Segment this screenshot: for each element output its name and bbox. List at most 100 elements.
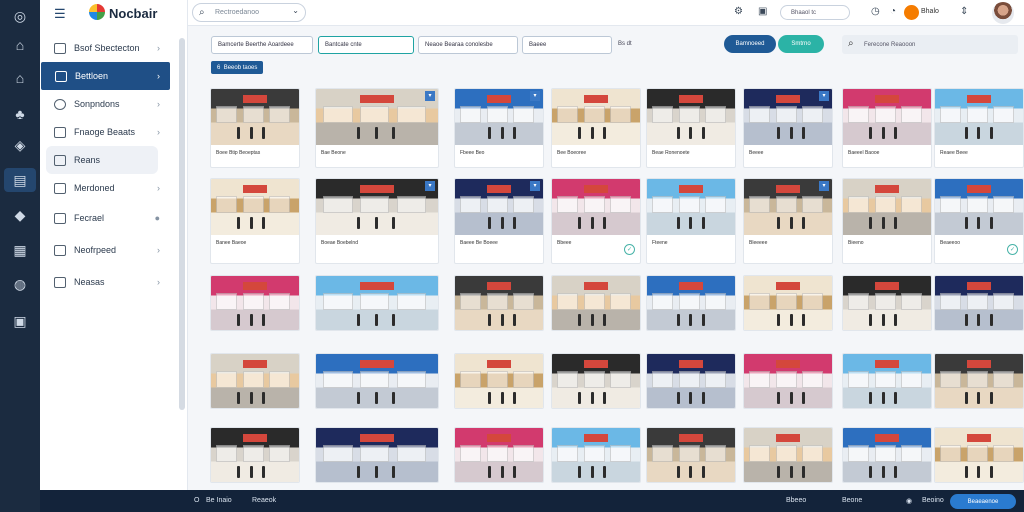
bottom-action-button[interactable]: Beaeaenoe [950, 494, 1016, 509]
storefront [848, 105, 870, 123]
bell-icon[interactable]: ◔ [890, 6, 896, 17]
image-card[interactable] [743, 353, 833, 409]
image-card[interactable] [743, 275, 833, 331]
image-card[interactable]: Bbeee ✓ [551, 178, 641, 264]
tree-icon[interactable]: ♣ [8, 102, 32, 126]
clock-icon[interactable]: ◷ [871, 6, 880, 17]
bookmark-icon[interactable]: ▾ [530, 91, 540, 101]
filter-chip-3[interactable]: Baeee [522, 36, 612, 54]
sidebar-scrollbar[interactable] [179, 38, 185, 410]
notification-dot[interactable] [904, 5, 919, 20]
globe-icon[interactable]: ◍ [8, 272, 32, 296]
image-card[interactable]: Baeeel Baooe [842, 88, 932, 168]
image-card[interactable]: Fbeee Beo ▾ [454, 88, 544, 168]
image-card[interactable] [842, 353, 932, 409]
select-checkbox[interactable]: ✓ [1007, 244, 1018, 255]
expand-icon[interactable]: ⇕ [960, 6, 968, 17]
card-caption: Fbeee Beo [460, 150, 485, 156]
image-card[interactable] [842, 427, 932, 483]
image-card[interactable]: Bleeeee ▾ [743, 178, 833, 264]
bookmark-icon[interactable]: ▾ [425, 181, 435, 191]
image-card[interactable]: Beeee ▾ [743, 88, 833, 168]
storefront [901, 105, 923, 123]
wifi-icon[interactable]: ◎ [8, 4, 32, 28]
mall-thumbnail [935, 179, 1023, 235]
image-card[interactable]: Bee Boeoree [551, 88, 641, 168]
image-card[interactable] [210, 353, 300, 409]
image-card[interactable] [646, 427, 736, 483]
image-card[interactable] [210, 427, 300, 483]
image-card[interactable]: Banee Baeoe [210, 178, 300, 264]
image-card[interactable]: Beaeeoo ✓ [934, 178, 1024, 264]
filter-chip-0[interactable]: Bamcerte Beerthe Aoardeee [211, 36, 313, 54]
bookmark-icon[interactable]: ▾ [530, 181, 540, 191]
image-card[interactable]: Baeee Be Boeee ▾ [454, 178, 544, 264]
building-icon[interactable]: ▦ [8, 238, 32, 262]
shopper [869, 217, 873, 230]
bookmark-icon[interactable]: ▾ [819, 91, 829, 101]
bookmark-icon[interactable]: ▾ [425, 91, 435, 101]
home-icon[interactable]: ⌂ [8, 33, 32, 57]
sidebar-item-6[interactable]: Fecrael ● [40, 204, 188, 232]
image-card[interactable]: Beae Ronenoete [646, 88, 736, 168]
count-badge[interactable]: 6 Beeob taoes [211, 61, 264, 74]
sidebar-item-5[interactable]: Merdoned › [40, 174, 188, 202]
status-box[interactable]: Bhaaol tc [780, 5, 850, 20]
top-search-input[interactable]: ⌕ Rectroedanoo ⌄ [192, 3, 306, 22]
help-icon[interactable]: ◉ [906, 497, 912, 505]
image-card[interactable] [551, 275, 641, 331]
filter-toolbar: Bamcerte Beerthe Aoardeee Bantcate cnte … [188, 30, 1024, 78]
image-card[interactable] [551, 427, 641, 483]
image-card[interactable] [454, 427, 544, 483]
image-card[interactable] [934, 275, 1024, 331]
image-card[interactable] [934, 353, 1024, 409]
image-card[interactable]: Bae Beone ▾ [315, 88, 439, 168]
store-icon[interactable]: ▤ [4, 168, 36, 192]
image-card[interactable] [315, 427, 439, 483]
sidebar-item-1[interactable]: Bettloen › [41, 62, 170, 90]
image-card[interactable] [743, 427, 833, 483]
image-card[interactable] [934, 427, 1024, 483]
avatar[interactable] [992, 2, 1014, 24]
sidebar-item-8[interactable]: Neasas › [40, 268, 188, 296]
image-card[interactable]: Fteene [646, 178, 736, 264]
image-card[interactable] [454, 353, 544, 409]
location-icon[interactable]: ◈ [8, 133, 32, 157]
select-checkbox[interactable]: ✓ [624, 244, 635, 255]
image-card[interactable] [551, 353, 641, 409]
image-card[interactable]: Boee Btip Beoeptas [210, 88, 300, 168]
mall-thumbnail [843, 428, 931, 482]
sidebar-item-4[interactable]: Reans [46, 146, 158, 174]
settings-icon[interactable]: ⚙ [734, 6, 743, 17]
account-label[interactable]: Bhalo [921, 8, 939, 15]
image-card[interactable] [454, 275, 544, 331]
image-card[interactable] [646, 353, 736, 409]
calendar-icon[interactable]: ▣ [758, 6, 767, 17]
shopper [802, 217, 806, 230]
sidebar-item-2[interactable]: Sonpndons › [40, 90, 188, 118]
image-card[interactable]: Bieeno [842, 178, 932, 264]
image-card[interactable] [646, 275, 736, 331]
house-icon[interactable]: ⌂ [8, 66, 32, 90]
image-card[interactable]: Boeae Boebelnd ▾ [315, 178, 439, 264]
primary-pill-button[interactable]: Bamnoeed [724, 35, 776, 53]
box-icon[interactable]: ▣ [8, 309, 32, 333]
bookmark-icon[interactable]: ▾ [819, 181, 829, 191]
sidebar-item-0[interactable]: Bsof Sbectecton › [40, 34, 188, 62]
filter-chip-1[interactable]: Bantcate cnte [318, 36, 414, 54]
storefront [652, 105, 674, 123]
menu-icon[interactable]: ☰ [54, 6, 68, 22]
filter-chip-2[interactable]: Neaoe Bearaa conolesbe [418, 36, 518, 54]
sidebar-item-7[interactable]: Neofrpeed › [40, 236, 188, 264]
sidebar-item-3[interactable]: Fnaoge Beaats › [40, 118, 188, 146]
image-card[interactable]: Reaee Beee [934, 88, 1024, 168]
secondary-pill-button[interactable]: Smtrno [778, 35, 824, 53]
image-card[interactable] [315, 275, 439, 331]
filter-extra[interactable]: Bs dt [618, 41, 632, 47]
image-card[interactable] [210, 275, 300, 331]
mall-thumbnail [211, 276, 299, 330]
shield-icon[interactable]: ◆ [8, 203, 32, 227]
image-card[interactable] [315, 353, 439, 409]
image-card[interactable] [842, 275, 932, 331]
content-search-input[interactable]: ⌕ Ferecone Reaooon [842, 35, 1018, 54]
